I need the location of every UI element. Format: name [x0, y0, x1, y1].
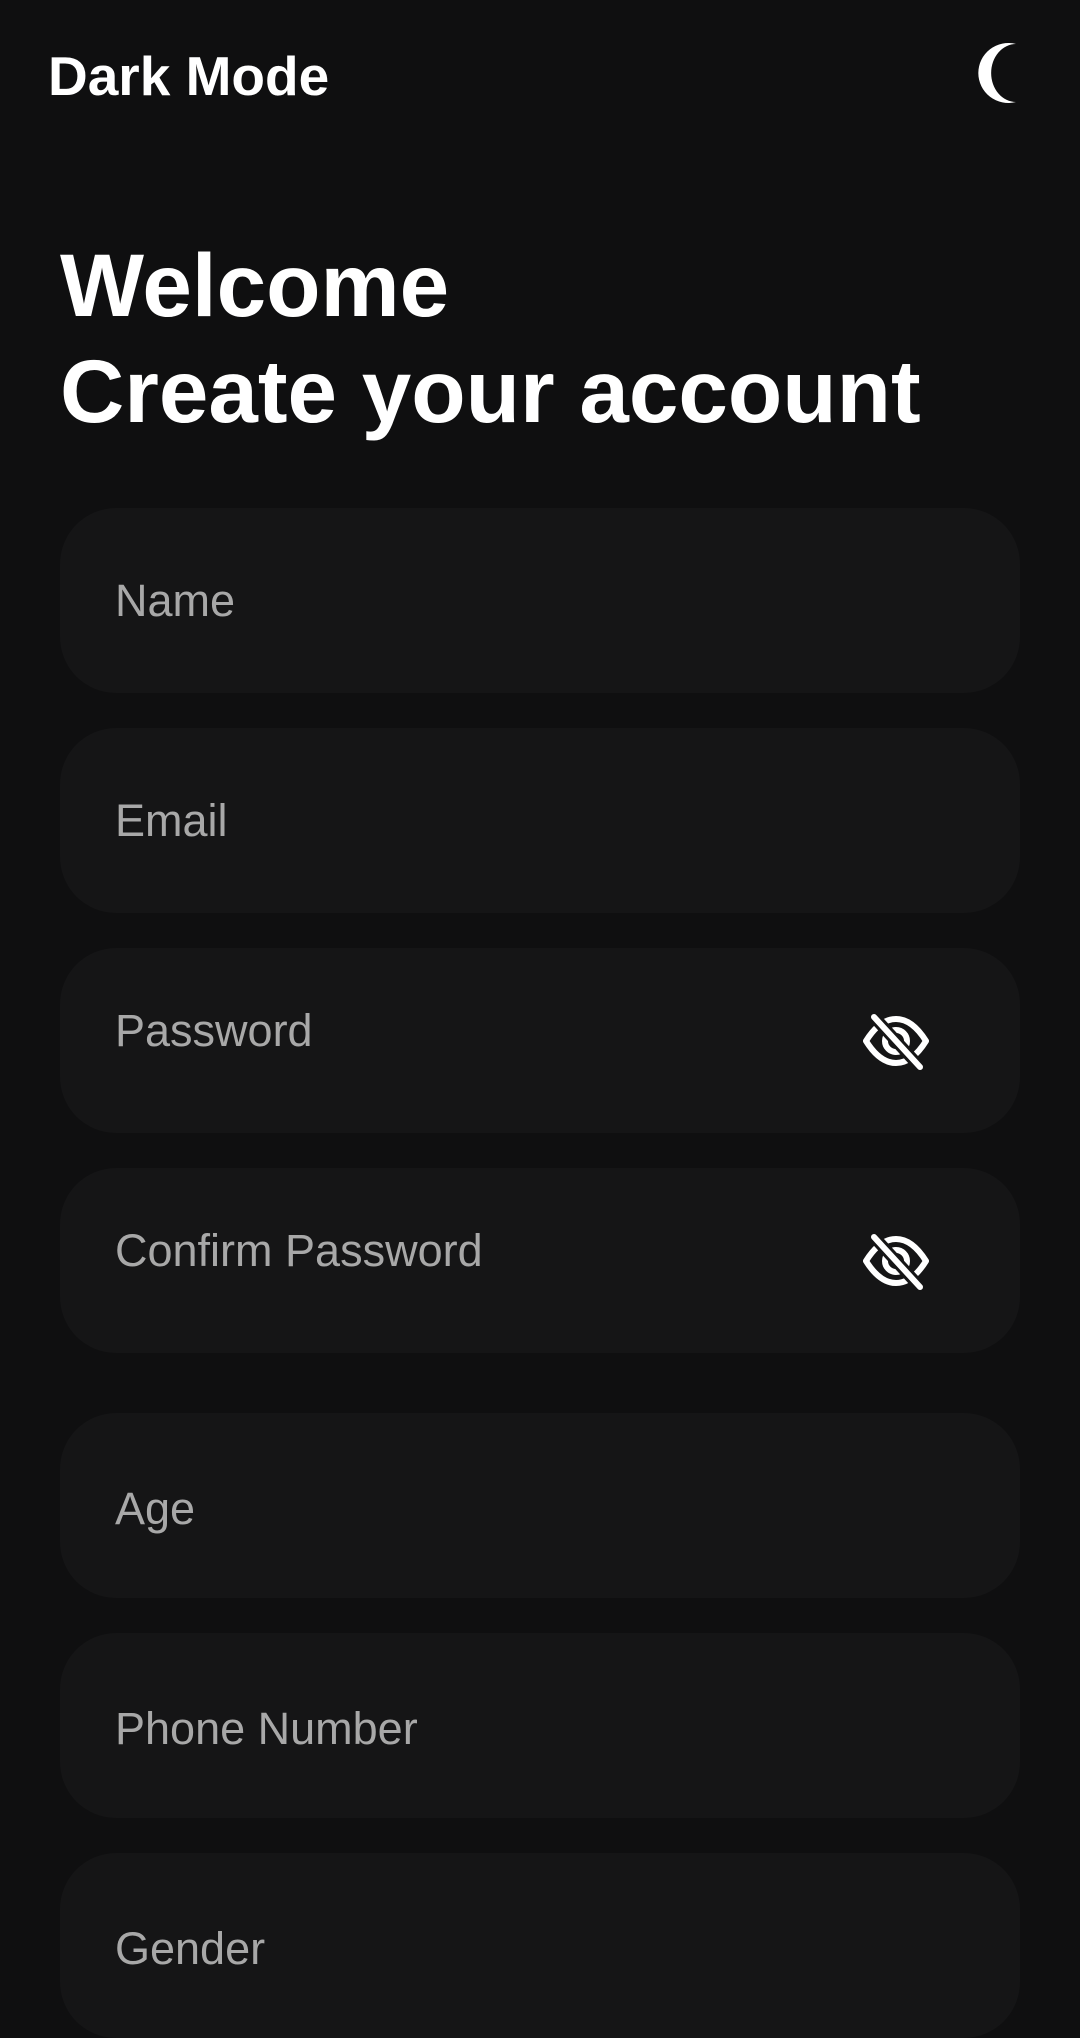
password-field[interactable]: Password — [60, 948, 1020, 1133]
name-field[interactable]: Name — [60, 508, 1020, 693]
password-field-label: Password — [115, 1005, 313, 1057]
welcome-text: Welcome — [60, 235, 450, 335]
page-heading: Welcome Create your account — [60, 232, 921, 444]
eye-off-icon[interactable] — [862, 1011, 930, 1071]
app-title: Dark Mode — [48, 45, 330, 107]
confirm-password-field[interactable]: Confirm Password — [60, 1168, 1020, 1353]
email-field[interactable]: Email — [60, 728, 1020, 913]
moon-icon[interactable] — [976, 38, 1036, 108]
app-bar: Dark Mode — [0, 0, 1080, 150]
eye-off-icon[interactable] — [862, 1231, 930, 1291]
confirm-password-field-label: Confirm Password — [115, 1225, 483, 1277]
phone-number-field[interactable]: Phone Number — [60, 1633, 1020, 1818]
gender-field-label: Gender — [115, 1923, 266, 1975]
age-field-label: Age — [115, 1483, 196, 1535]
email-field-label: Email — [115, 794, 228, 846]
age-field[interactable]: Age — [60, 1413, 1020, 1598]
gender-field[interactable]: Gender — [60, 1853, 1020, 2038]
create-account-text: Create your account — [60, 341, 921, 441]
name-field-label: Name — [115, 574, 236, 626]
phone-number-field-label: Phone Number — [115, 1703, 418, 1755]
